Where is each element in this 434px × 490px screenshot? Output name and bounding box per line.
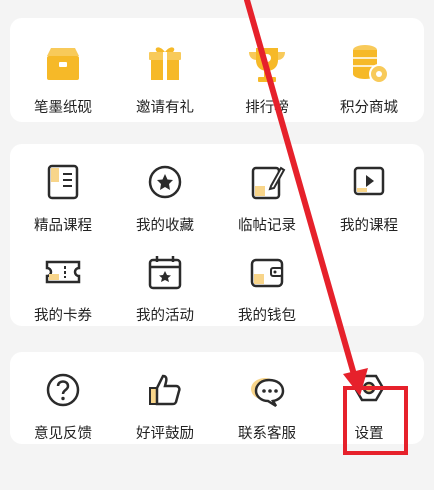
item-label: 我的钱包 xyxy=(238,308,296,324)
grid-item-my-courses[interactable]: 我的课程 xyxy=(319,156,419,235)
my-content-card: 精品课程 我的收藏 临帖记录 我的课程 我的卡券 我的活动 我的钱包 xyxy=(10,144,424,326)
ticket-icon xyxy=(45,260,81,284)
grid-item-favorites[interactable]: 我的收藏 xyxy=(115,156,215,235)
item-label: 笔墨纸砚 xyxy=(34,100,92,116)
grid-item-invite[interactable]: 邀请有礼 xyxy=(115,38,215,117)
question-icon xyxy=(46,373,80,407)
notebook-pen-icon xyxy=(251,166,286,200)
chat-icon xyxy=(251,378,285,408)
calendar-icon xyxy=(148,256,182,290)
grid-item-coupons[interactable]: 我的卡券 xyxy=(13,246,113,325)
wallet-icon xyxy=(250,258,284,288)
item-label: 我的卡券 xyxy=(34,308,92,324)
grid-item-points-mall[interactable]: 积分商城 xyxy=(319,38,419,117)
settings-icon xyxy=(353,374,385,402)
item-label: 精品课程 xyxy=(34,218,92,234)
grid-item-feedback[interactable]: 意见反馈 xyxy=(13,364,113,443)
coins-icon xyxy=(353,45,389,84)
grid-item-premium-courses[interactable]: 精品课程 xyxy=(13,156,113,235)
item-label: 我的课程 xyxy=(340,218,398,234)
star-icon xyxy=(148,165,182,199)
grid-item-leaderboard[interactable]: 排行榜 xyxy=(217,38,317,117)
thumbs-up-icon xyxy=(149,374,181,406)
book-icon xyxy=(47,164,79,200)
grid-item-customer-service[interactable]: 联系客服 xyxy=(217,364,317,443)
gift-icon xyxy=(149,47,181,80)
item-label: 意见反馈 xyxy=(34,426,92,442)
item-label: 好评鼓励 xyxy=(136,426,194,442)
item-label: 设置 xyxy=(354,426,384,442)
item-label: 临帖记录 xyxy=(238,218,296,234)
box-icon xyxy=(47,48,79,80)
item-label: 排行榜 xyxy=(245,100,289,116)
grid-item-rate-app[interactable]: 好评鼓励 xyxy=(115,364,215,443)
item-label: 我的收藏 xyxy=(136,218,194,234)
trophy-icon xyxy=(249,48,285,82)
item-label: 联系客服 xyxy=(238,426,296,442)
grid-item-wallet[interactable]: 我的钱包 xyxy=(217,246,317,325)
item-label: 积分商城 xyxy=(340,100,398,116)
video-play-icon xyxy=(353,166,385,196)
item-label: 邀请有礼 xyxy=(136,100,194,116)
grid-item-stationery[interactable]: 笔墨纸砚 xyxy=(13,38,113,117)
grid-item-my-activities[interactable]: 我的活动 xyxy=(115,246,215,325)
support-card: 意见反馈 好评鼓励 联系客服 设置 xyxy=(10,352,424,444)
item-label: 我的活动 xyxy=(136,308,194,324)
grid-item-copy-records[interactable]: 临帖记录 xyxy=(217,156,317,235)
services-card: 笔墨纸砚 邀请有礼 排行榜 积分商城 xyxy=(10,18,424,122)
grid-item-settings[interactable]: 设置 xyxy=(319,364,419,443)
